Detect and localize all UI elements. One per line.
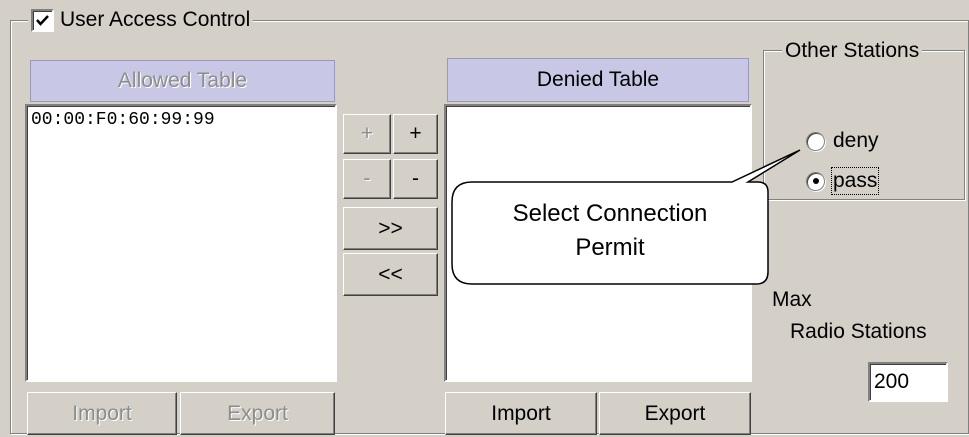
callout-text: Select Connection Permit [452, 197, 768, 265]
callout-line-1: Select Connection [512, 200, 708, 227]
callout-line-2: Permit [575, 234, 645, 261]
